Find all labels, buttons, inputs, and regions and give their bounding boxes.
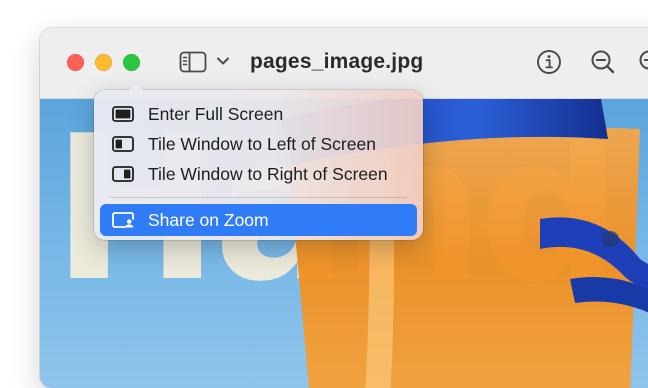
menu-item-label: Enter Full Screen	[148, 104, 283, 125]
share-zoom-icon	[112, 212, 134, 228]
info-icon[interactable]	[535, 48, 563, 76]
close-button[interactable]	[67, 54, 84, 71]
full-screen-icon	[112, 106, 134, 122]
menu-item-tile-left[interactable]: Tile Window to Left of Screen	[100, 129, 417, 159]
tile-left-icon	[112, 136, 134, 152]
zoom-out-icon[interactable]	[589, 48, 617, 76]
fullscreen-button[interactable]	[123, 54, 140, 71]
chevron-down-icon[interactable]	[216, 55, 230, 67]
menu-item-enter-full-screen[interactable]: Enter Full Screen	[100, 99, 417, 129]
window-tiling-menu: Enter Full Screen Tile Window to Left of…	[94, 90, 423, 240]
menu-item-tile-right[interactable]: Tile Window to Right of Screen	[100, 159, 417, 189]
menu-item-share-on-zoom[interactable]: Share on Zoom	[100, 204, 417, 236]
menu-item-label: Tile Window to Right of Screen	[148, 164, 388, 185]
zoom-in-icon[interactable]	[637, 48, 648, 76]
sidebar-icon[interactable]	[179, 51, 207, 73]
window-title: pages_image.jpg	[250, 50, 423, 74]
menu-separator	[110, 197, 407, 198]
menu-pointer	[128, 83, 144, 91]
menu-item-label: Tile Window to Left of Screen	[148, 134, 376, 155]
minimize-button[interactable]	[95, 54, 112, 71]
tile-right-icon	[112, 166, 134, 182]
menu-item-label: Share on Zoom	[148, 210, 269, 231]
